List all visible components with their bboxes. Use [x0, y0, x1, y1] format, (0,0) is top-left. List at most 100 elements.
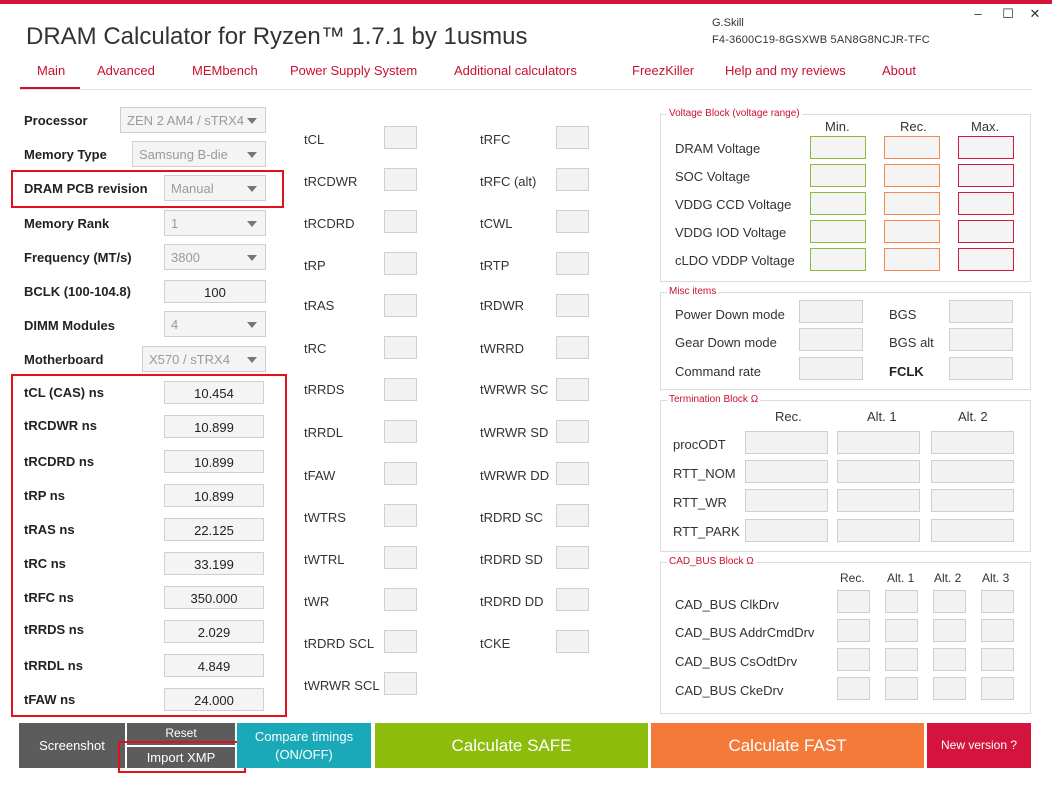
timing-value-box[interactable] [384, 420, 417, 443]
termination-value-box[interactable] [745, 519, 828, 542]
close-icon[interactable]: ✕ [1027, 6, 1043, 22]
tab-power-supply-system[interactable]: Power Supply System [290, 63, 417, 78]
voltage-min-box[interactable] [810, 220, 866, 243]
cadbus-value-box[interactable] [837, 677, 870, 700]
tab-membench[interactable]: MEMbench [192, 63, 258, 78]
termination-value-box[interactable] [931, 519, 1014, 542]
termination-value-box[interactable] [931, 431, 1014, 454]
timing-value-box[interactable] [556, 546, 589, 569]
timing-value-box[interactable] [556, 126, 589, 149]
termination-value-box[interactable] [931, 489, 1014, 512]
cadbus-value-box[interactable] [981, 619, 1014, 642]
cadbus-value-box[interactable] [981, 648, 1014, 671]
cadbus-value-box[interactable] [885, 648, 918, 671]
misc-value-box[interactable] [949, 328, 1013, 351]
termination-value-box[interactable] [745, 489, 828, 512]
timing-value-box[interactable] [384, 252, 417, 275]
timing-value-box[interactable] [384, 672, 417, 695]
timing-value-box[interactable] [556, 462, 589, 485]
termination-value-box[interactable] [837, 431, 920, 454]
timing-value-box[interactable] [384, 168, 417, 191]
timing-value-box[interactable] [556, 588, 589, 611]
termination-value-box[interactable] [837, 489, 920, 512]
tab-main[interactable]: Main [37, 63, 65, 78]
tab-advanced[interactable]: Advanced [97, 63, 155, 78]
termination-value-box[interactable] [837, 519, 920, 542]
timing-value-box[interactable] [384, 336, 417, 359]
voltage-rec-box[interactable] [884, 164, 940, 187]
new-version-button[interactable]: New version ? [927, 723, 1031, 768]
cadbus-value-box[interactable] [933, 619, 966, 642]
processor-select[interactable]: ZEN 2 AM4 / sTRX4 [120, 107, 266, 133]
voltage-rec-box[interactable] [884, 136, 940, 159]
cadbus-value-box[interactable] [981, 677, 1014, 700]
termination-value-box[interactable] [745, 460, 828, 483]
timing-value-box[interactable] [384, 126, 417, 149]
memory-type-select[interactable]: Samsung B-die [132, 141, 266, 167]
timing-value-box[interactable] [556, 420, 589, 443]
voltage-min-box[interactable] [810, 164, 866, 187]
voltage-max-box[interactable] [958, 248, 1014, 271]
timing-value-box[interactable] [384, 462, 417, 485]
tab-help-and-reviews[interactable]: Help and my reviews [725, 63, 846, 78]
maximize-icon[interactable]: ☐ [1000, 6, 1016, 22]
cadbus-value-box[interactable] [885, 590, 918, 613]
cadbus-value-box[interactable] [885, 677, 918, 700]
motherboard-select[interactable]: X570 / sTRX4 [142, 346, 266, 372]
cadbus-value-box[interactable] [981, 590, 1014, 613]
tab-additional-calculators[interactable]: Additional calculators [454, 63, 577, 78]
misc-value-box[interactable] [799, 328, 863, 351]
timing-value-box[interactable] [384, 210, 417, 233]
cadbus-value-box[interactable] [837, 619, 870, 642]
dimm-modules-select[interactable]: 4 [164, 311, 266, 337]
termination-value-box[interactable] [931, 460, 1014, 483]
cadbus-header: Rec. [840, 571, 865, 585]
timing-value-box[interactable] [384, 588, 417, 611]
memory-rank-select[interactable]: 1 [164, 210, 266, 236]
screenshot-button[interactable]: Screenshot [19, 723, 125, 768]
misc-value-box[interactable] [799, 357, 863, 380]
timing-value-box[interactable] [384, 630, 417, 653]
cadbus-value-box[interactable] [837, 648, 870, 671]
tab-about[interactable]: About [882, 63, 916, 78]
bclk-input[interactable]: 100 [164, 280, 266, 303]
timing-value-box[interactable] [556, 168, 589, 191]
voltage-rec-box[interactable] [884, 192, 940, 215]
calculate-fast-button[interactable]: Calculate FAST [651, 723, 924, 768]
frequency-select[interactable]: 3800 [164, 244, 266, 270]
misc-value-box[interactable] [799, 300, 863, 323]
cadbus-value-box[interactable] [837, 590, 870, 613]
voltage-max-box[interactable] [958, 164, 1014, 187]
timing-value-box[interactable] [556, 630, 589, 653]
calculate-safe-button[interactable]: Calculate SAFE [375, 723, 648, 768]
cadbus-value-box[interactable] [933, 590, 966, 613]
timing-value-box[interactable] [556, 210, 589, 233]
timing-value-box[interactable] [384, 504, 417, 527]
voltage-max-box[interactable] [958, 192, 1014, 215]
voltage-min-box[interactable] [810, 248, 866, 271]
cadbus-value-box[interactable] [885, 619, 918, 642]
misc-value-box[interactable] [949, 300, 1013, 323]
voltage-max-box[interactable] [958, 136, 1014, 159]
timing-value-box[interactable] [556, 294, 589, 317]
fclk-value-box[interactable] [949, 357, 1013, 380]
voltage-min-box[interactable] [810, 192, 866, 215]
minimize-icon[interactable]: – [970, 6, 986, 21]
cadbus-value-box[interactable] [933, 648, 966, 671]
termination-value-box[interactable] [745, 431, 828, 454]
timing-value-box[interactable] [556, 504, 589, 527]
timing-value-box[interactable] [556, 336, 589, 359]
timing-value-box[interactable] [384, 294, 417, 317]
timing-value-box[interactable] [384, 546, 417, 569]
cadbus-value-box[interactable] [933, 677, 966, 700]
timing-value-box[interactable] [556, 252, 589, 275]
compare-timings-button[interactable]: Compare timings (ON/OFF) [237, 723, 371, 768]
termination-value-box[interactable] [837, 460, 920, 483]
timing-value-box[interactable] [556, 378, 589, 401]
voltage-min-box[interactable] [810, 136, 866, 159]
tab-freezkiller[interactable]: FreezKiller [632, 63, 694, 78]
voltage-rec-box[interactable] [884, 248, 940, 271]
voltage-max-box[interactable] [958, 220, 1014, 243]
timing-value-box[interactable] [384, 378, 417, 401]
voltage-rec-box[interactable] [884, 220, 940, 243]
